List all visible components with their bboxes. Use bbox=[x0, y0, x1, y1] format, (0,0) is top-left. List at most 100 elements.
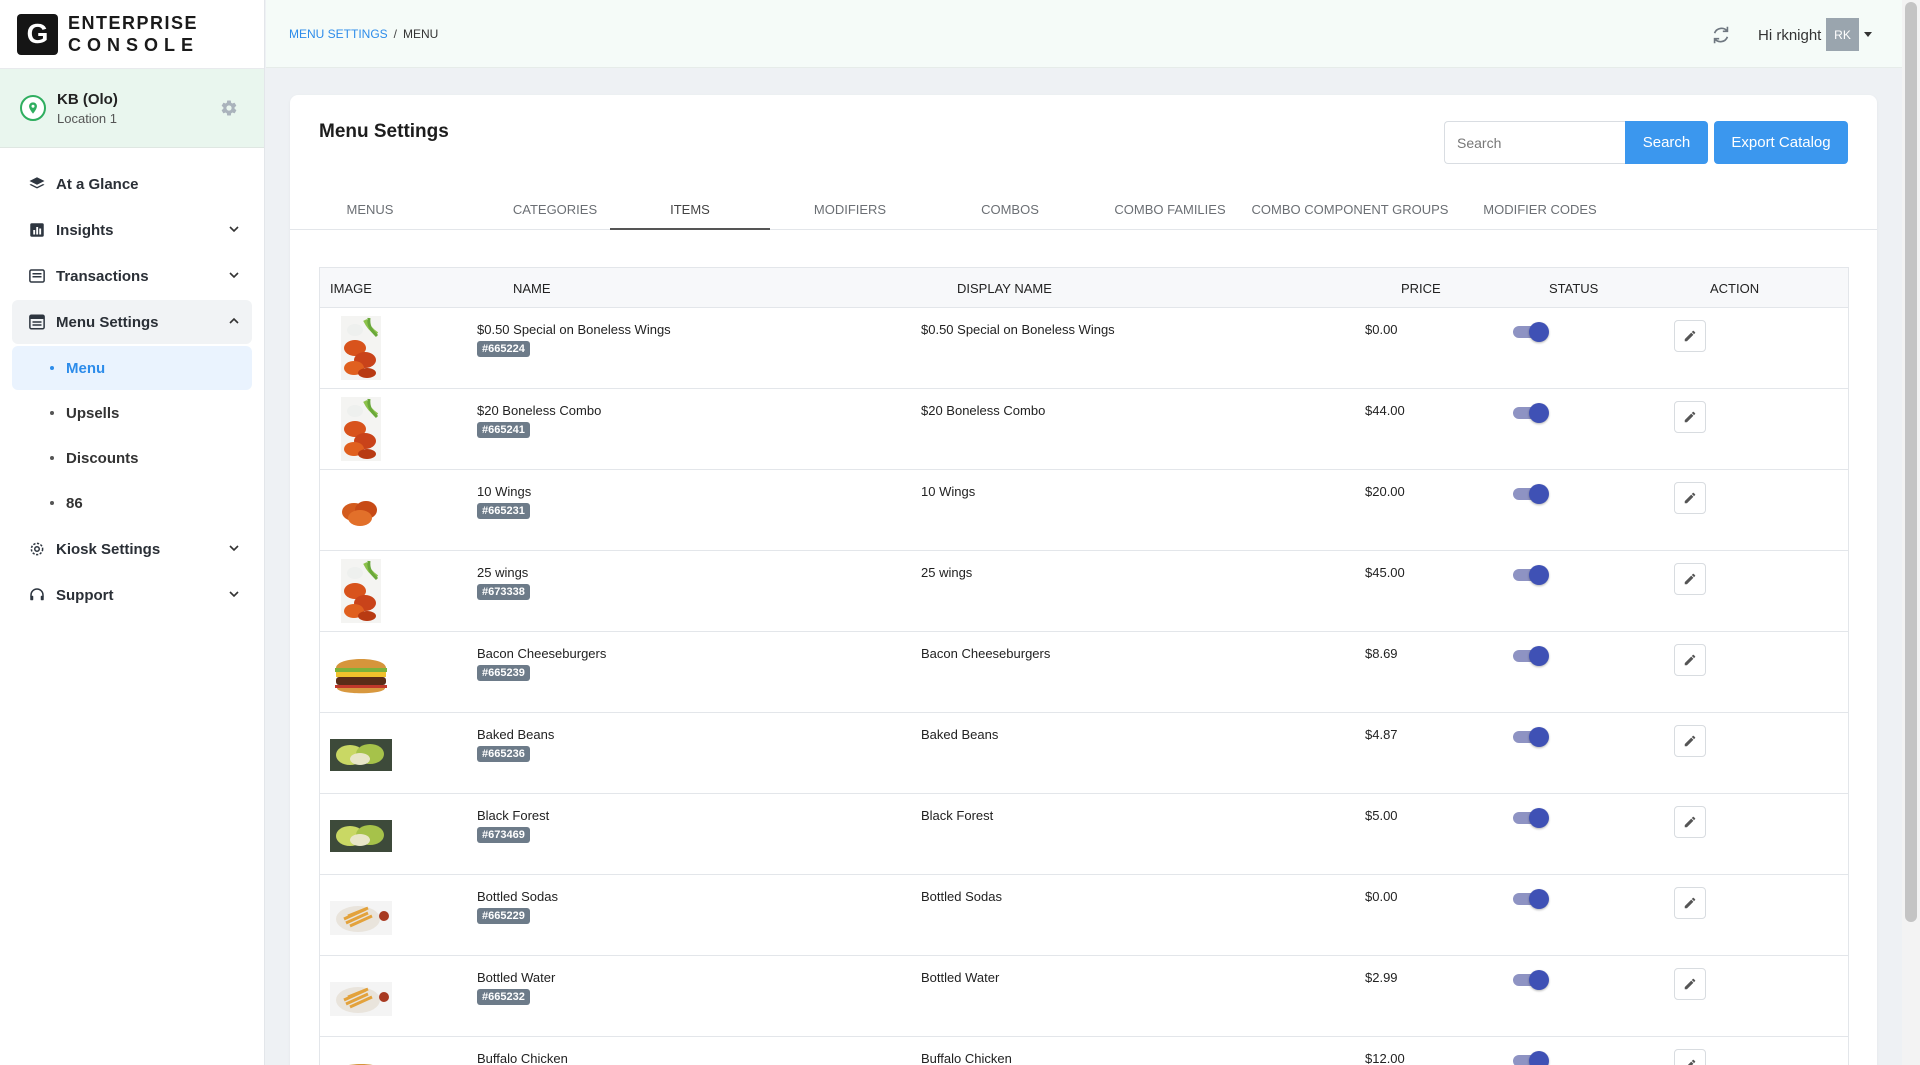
gear-icon[interactable] bbox=[220, 99, 238, 117]
nav-at-a-glance[interactable]: At a Glance bbox=[12, 162, 252, 206]
item-price: $44.00 bbox=[1365, 403, 1405, 418]
item-display-name: Buffalo Chicken bbox=[921, 1051, 1012, 1065]
item-price: $45.00 bbox=[1365, 565, 1405, 580]
edit-button[interactable] bbox=[1674, 887, 1706, 919]
tab-modifier-codes[interactable]: MODIFIER CODES bbox=[1470, 202, 1610, 230]
nav-sub-discounts[interactable]: Discounts bbox=[12, 436, 252, 480]
brand[interactable]: G ENTERPRISE CONSOLE bbox=[0, 0, 264, 69]
nav-sub-label: Menu bbox=[66, 359, 106, 377]
edit-button[interactable] bbox=[1674, 806, 1706, 838]
sku-badge: #665232 bbox=[477, 989, 530, 1005]
edit-button[interactable] bbox=[1674, 1049, 1706, 1065]
sku-badge: #665239 bbox=[477, 665, 530, 681]
edit-button[interactable] bbox=[1674, 320, 1706, 352]
status-toggle[interactable] bbox=[1513, 403, 1549, 423]
burger-icon bbox=[330, 1045, 392, 1065]
nav-insights[interactable]: Insights bbox=[12, 208, 252, 252]
pencil-icon bbox=[1687, 1059, 1696, 1065]
tab-menus[interactable]: MENUS bbox=[320, 202, 420, 230]
edit-button[interactable] bbox=[1674, 968, 1706, 1000]
search-button[interactable]: Search bbox=[1625, 121, 1708, 164]
bullet-icon bbox=[50, 366, 54, 370]
edit-button[interactable] bbox=[1674, 563, 1706, 595]
search-input[interactable] bbox=[1444, 121, 1625, 164]
tab-items[interactable]: ITEMS bbox=[610, 202, 770, 230]
item-price: $0.00 bbox=[1365, 889, 1398, 904]
pencil-icon bbox=[1684, 816, 1696, 828]
nav-sub-upsells[interactable]: Upsells bbox=[12, 391, 252, 435]
wings-icon bbox=[330, 316, 392, 380]
col-status: STATUS bbox=[1549, 281, 1599, 296]
item-price: $5.00 bbox=[1365, 808, 1398, 823]
export-catalog-button[interactable]: Export Catalog bbox=[1714, 121, 1848, 164]
nav-label: Insights bbox=[56, 221, 114, 239]
nav-label: Kiosk Settings bbox=[56, 540, 161, 558]
table-row: Bottled Water #665232 Bottled Water $2.99 bbox=[320, 956, 1848, 1037]
scrollbar-thumb[interactable] bbox=[1905, 2, 1917, 922]
nav-transactions[interactable]: Transactions bbox=[12, 254, 252, 298]
nav-sub-menu[interactable]: Menu bbox=[12, 346, 252, 390]
breadcrumb-separator: / bbox=[393, 27, 398, 41]
item-name: Baked Beans bbox=[477, 727, 555, 742]
edit-button[interactable] bbox=[1674, 482, 1706, 514]
nav-sub-label: 86 bbox=[66, 494, 83, 512]
item-name: 10 Wings bbox=[477, 484, 532, 499]
edit-button[interactable] bbox=[1674, 401, 1706, 433]
wings-icon bbox=[330, 397, 392, 461]
pencil-icon bbox=[1684, 897, 1696, 909]
tab-combos[interactable]: COMBOS bbox=[930, 202, 1090, 230]
pencil-icon bbox=[1684, 330, 1696, 342]
tab-combo-component-groups[interactable]: COMBO COMPONENT GROUPS bbox=[1250, 202, 1450, 230]
status-toggle[interactable] bbox=[1513, 484, 1549, 504]
status-toggle[interactable] bbox=[1513, 889, 1549, 909]
status-toggle[interactable] bbox=[1513, 1051, 1549, 1065]
sku-badge: #665231 bbox=[477, 503, 530, 519]
table-row: 25 wings #673338 25 wings $45.00 bbox=[320, 551, 1848, 632]
user-greeting: Hi rknight bbox=[1758, 27, 1822, 44]
item-name: 25 wings bbox=[477, 565, 529, 580]
edit-button[interactable] bbox=[1674, 725, 1706, 757]
location-name: KB (Olo) bbox=[57, 90, 118, 108]
caret-down-icon[interactable] bbox=[1864, 32, 1872, 37]
menu-settings-card: Menu Settings Search Export Catalog MENU… bbox=[290, 95, 1877, 1065]
edit-button[interactable] bbox=[1674, 644, 1706, 676]
transactions-icon bbox=[29, 269, 45, 283]
status-toggle[interactable] bbox=[1513, 322, 1549, 342]
sidebar: G ENTERPRISE CONSOLE KB (Olo) Location 1… bbox=[0, 0, 265, 1065]
status-toggle[interactable] bbox=[1513, 727, 1549, 747]
status-toggle[interactable] bbox=[1513, 808, 1549, 828]
avatar[interactable]: RK bbox=[1826, 18, 1859, 51]
chevron-down-icon bbox=[229, 545, 239, 552]
item-price: $20.00 bbox=[1365, 484, 1405, 499]
tab-combo-families[interactable]: COMBO FAMILIES bbox=[1090, 202, 1250, 230]
tab-modifiers[interactable]: MODIFIERS bbox=[770, 202, 930, 230]
item-name: Buffalo Chicken bbox=[477, 1051, 568, 1065]
breadcrumb-parent[interactable]: MENU SETTINGS bbox=[289, 27, 388, 41]
nav-support[interactable]: Support bbox=[12, 573, 252, 617]
location-switcher[interactable]: KB (Olo) Location 1 bbox=[0, 69, 264, 148]
item-price: $0.00 bbox=[1365, 322, 1398, 337]
bullet-icon bbox=[50, 411, 54, 415]
insights-icon bbox=[30, 223, 44, 237]
nav-kiosk-settings[interactable]: Kiosk Settings bbox=[12, 527, 252, 571]
brand-name: ENTERPRISE CONSOLE bbox=[68, 12, 199, 56]
table-row: Black Forest #673469 Black Forest $5.00 bbox=[320, 794, 1848, 875]
headset-icon bbox=[30, 588, 44, 601]
table-row: Buffalo Chicken Buffalo Chicken $12.00 bbox=[320, 1037, 1848, 1065]
chevron-down-icon bbox=[229, 272, 239, 279]
item-price: $4.87 bbox=[1365, 727, 1398, 742]
pencil-icon bbox=[1684, 654, 1696, 666]
item-display-name: Black Forest bbox=[921, 808, 994, 823]
item-display-name: Bacon Cheeseburgers bbox=[921, 646, 1051, 661]
status-toggle[interactable] bbox=[1513, 565, 1549, 585]
status-toggle[interactable] bbox=[1513, 970, 1549, 990]
tab-categories[interactable]: CATEGORIES bbox=[480, 202, 630, 230]
sku-badge: #673338 bbox=[477, 584, 530, 600]
nav-menu-settings[interactable]: Menu Settings bbox=[12, 300, 252, 344]
status-toggle[interactable] bbox=[1513, 646, 1549, 666]
refresh-icon[interactable] bbox=[1710, 24, 1732, 46]
item-display-name: 25 wings bbox=[921, 565, 973, 580]
table-row: Bottled Sodas #665229 Bottled Sodas $0.00 bbox=[320, 875, 1848, 956]
menu-settings-icon bbox=[29, 314, 45, 330]
nav-sub-86[interactable]: 86 bbox=[12, 481, 252, 525]
